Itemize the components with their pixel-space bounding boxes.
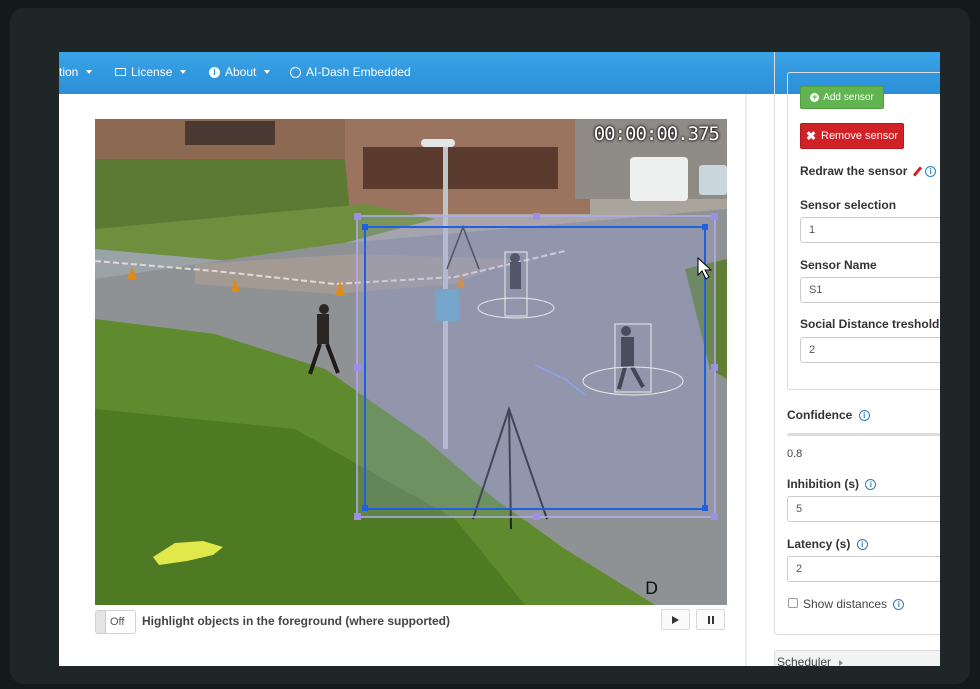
info-icon: i [209, 66, 220, 78]
confidence-label: Confidence [787, 408, 853, 422]
nav-item-label: tion [59, 65, 79, 79]
plus-icon: + [810, 92, 820, 102]
add-sensor-button[interactable]: + Add sensor [800, 86, 884, 109]
sensor-selection-label: Sensor selection [800, 198, 897, 212]
info-icon[interactable]: i [925, 166, 937, 178]
nav-item-label: About [225, 65, 257, 79]
pause-icon [707, 615, 714, 624]
latency-row: Latency (s) i [787, 537, 868, 551]
info-icon[interactable]: i [856, 539, 868, 551]
toggle-knob [96, 611, 106, 633]
highlight-toggle[interactable]: Off [95, 610, 136, 634]
sensor-name-input[interactable]: S1 [800, 277, 940, 303]
camera-scene [95, 119, 727, 605]
inhibition-label: Inhibition (s) [787, 477, 859, 491]
chevron-down-icon [264, 70, 271, 74]
nav-item-ai-dash-embedded[interactable]: AI-Dash Embedded [290, 65, 411, 79]
highlight-label: Highlight objects in the foreground (whe… [142, 614, 450, 628]
show-distances-row: Show distances i [803, 597, 905, 611]
pause-button[interactable] [696, 609, 725, 630]
nav-item-label: License [131, 65, 173, 79]
confidence-value: 0.8 [787, 448, 803, 460]
nav-item-label: AI-Dash Embedded [306, 65, 411, 79]
play-icon [672, 615, 679, 624]
add-sensor-label: Add sensor [823, 92, 874, 103]
latency-input[interactable]: 2 [787, 556, 940, 582]
license-icon [115, 68, 126, 76]
inhibition-row: Inhibition (s) i [787, 477, 877, 491]
nav-item-about[interactable]: i About [209, 65, 271, 79]
info-icon[interactable]: i [865, 479, 877, 491]
pencil-icon[interactable] [912, 166, 922, 178]
scheduler-label: Scheduler [777, 655, 832, 666]
column-divider [745, 94, 747, 666]
redraw-sensor-label: Redraw the sensor [800, 164, 908, 178]
nav-item-partial-menu[interactable]: tion [59, 65, 93, 79]
info-icon[interactable]: i [893, 599, 905, 611]
play-button[interactable] [661, 609, 690, 630]
toggle-state-label: Off [110, 616, 125, 628]
scheduler-header[interactable]: Scheduler [774, 650, 940, 666]
social-distance-label: Social Distance treshold ( [800, 317, 940, 331]
power-icon [290, 66, 301, 78]
chevron-right-icon [839, 659, 844, 666]
show-distances-checkbox[interactable] [788, 598, 798, 608]
social-distance-input[interactable]: 2 [800, 337, 940, 363]
confidence-row: Confidence i [787, 408, 870, 422]
app-screen: tion License i About AI-Dash Embedded 00… [59, 52, 940, 666]
video-player[interactable]: 00:00:00.375 D [95, 119, 727, 605]
inhibition-input[interactable]: 5 [787, 496, 940, 522]
video-overlay-letter: D [645, 579, 659, 599]
sensor-selection-select[interactable]: 1 [800, 217, 940, 243]
show-distances-label: Show distances [803, 597, 888, 611]
video-timecode: 00:00:00.375 [593, 123, 720, 145]
chevron-down-icon [86, 70, 93, 74]
info-icon[interactable]: i [858, 410, 870, 422]
remove-sensor-button[interactable]: ✖ Remove sensor [800, 123, 904, 149]
remove-sensor-label: Remove sensor [821, 130, 899, 142]
latency-label: Latency (s) [787, 537, 851, 551]
chevron-down-icon [180, 70, 187, 74]
sensor-name-label: Sensor Name [800, 258, 877, 272]
confidence-slider[interactable] [787, 433, 940, 436]
redraw-sensor-row: Redraw the sensor i [800, 164, 937, 178]
close-icon: ✖ [805, 129, 816, 143]
nav-item-license[interactable]: License [115, 65, 187, 79]
